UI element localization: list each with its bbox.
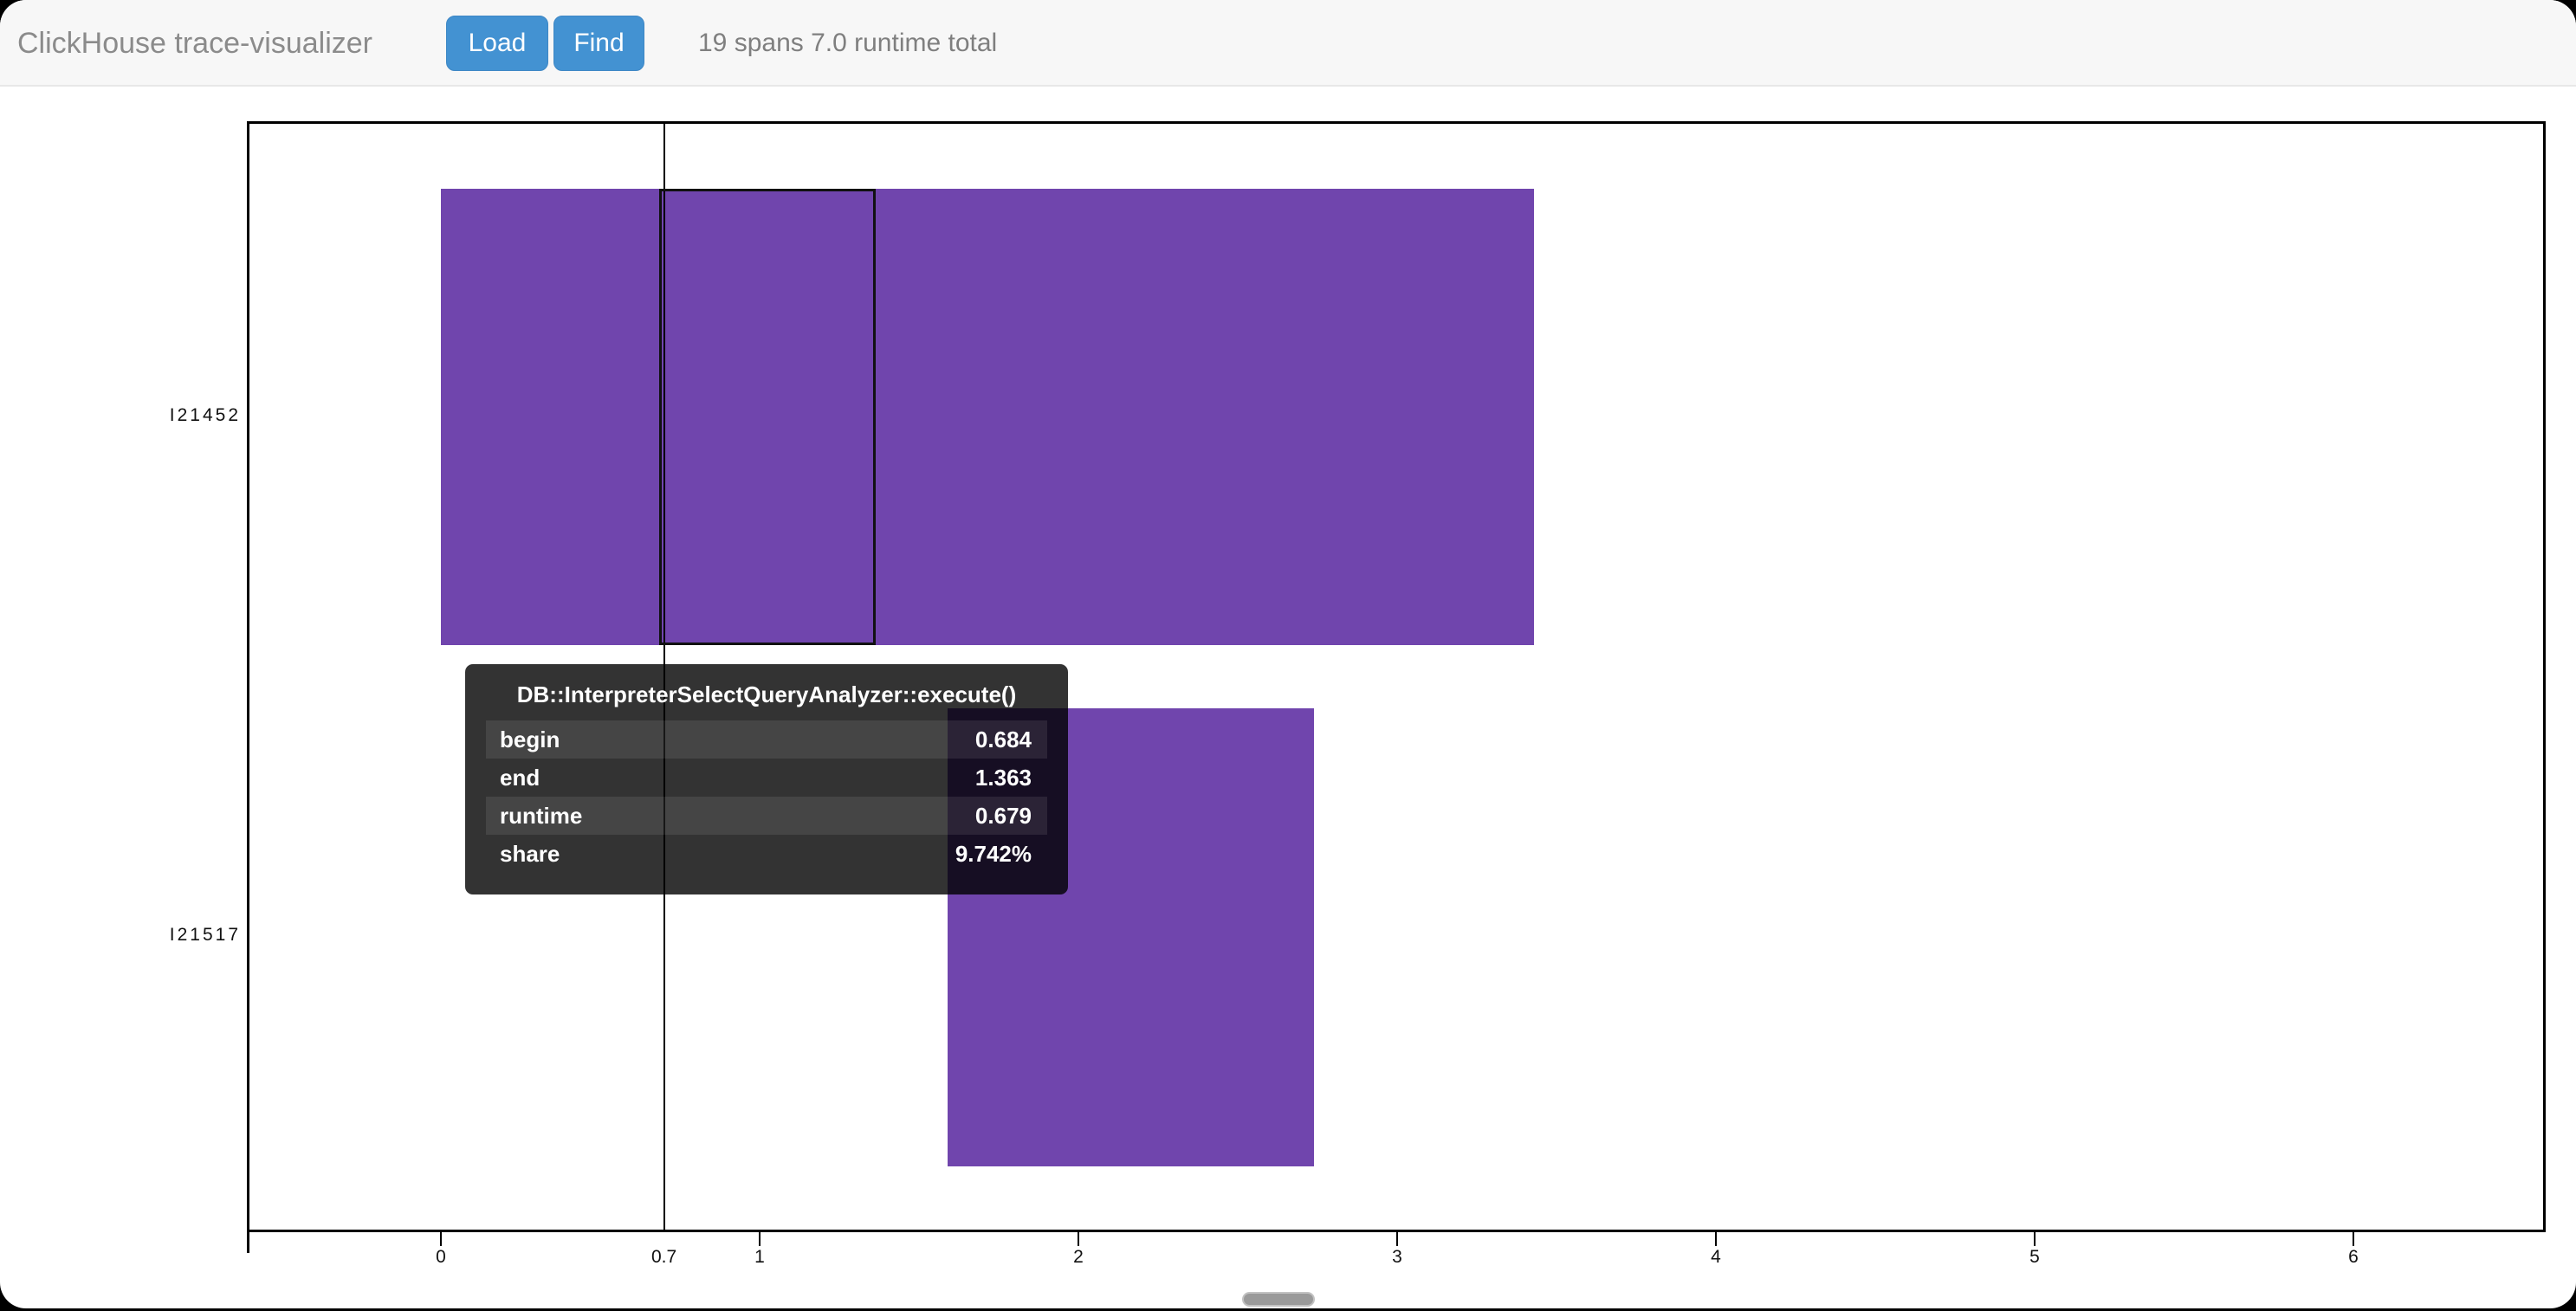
tooltip-row-share: share 9.742% [486,835,1047,873]
x-axis-tick [2034,1232,2036,1246]
x-axis-tick-label: 0 [406,1247,476,1268]
x-axis-tick [2353,1232,2354,1246]
load-button[interactable]: Load [446,16,548,71]
tooltip-span-name: DB::InterpreterSelectQueryAnalyzer::exec… [465,664,1068,720]
page-title: ClickHouse trace-visualizer [17,0,372,87]
find-button[interactable]: Find [553,16,644,71]
horizontal-scrollbar-thumb[interactable] [1242,1292,1315,1307]
tooltip-row-end: end 1.363 [486,759,1047,797]
x-axis-tick-label: 2 [1044,1247,1113,1268]
y-axis-line [247,1232,249,1253]
tooltip-label: share [486,835,955,873]
tooltip-value: 1.363 [975,759,1047,797]
tooltip-label: begin [486,720,975,759]
x-axis-tick [1715,1232,1717,1246]
x-axis-tick-label: 5 [2000,1247,2069,1268]
tooltip-label: end [486,759,975,797]
tooltip-label: runtime [486,797,975,835]
header: ClickHouse trace-visualizer Load Find 19… [0,0,2576,87]
gantt-chart: I21452 I21517 0 1 2 3 4 5 6 0.7 DB::Interpreter… [0,87,2576,1308]
tooltip-row-runtime: runtime 0.679 [486,797,1047,835]
x-axis-tick [440,1232,442,1246]
tooltip-value: 9.742% [955,835,1047,873]
tooltip: DB::InterpreterSelectQueryAnalyzer::exec… [465,664,1068,894]
x-axis-tick [1078,1232,1079,1246]
y-axis-label-thread-1: I21452 [50,405,241,426]
x-axis-marker-label: 0.7 [630,1247,699,1268]
x-axis-tick-label: 3 [1362,1247,1432,1268]
x-axis-tick-label: 4 [1681,1247,1751,1268]
tooltip-table: begin 0.684 end 1.363 runtime 0.679 shar… [486,720,1047,873]
x-axis-tick-label: 6 [2319,1247,2388,1268]
x-axis-tick-label: 1 [725,1247,794,1268]
x-axis-tick [1396,1232,1398,1246]
span-bar[interactable] [441,189,1534,645]
app-window: ClickHouse trace-visualizer Load Find 19… [0,0,2576,1308]
status-text: 19 spans 7.0 runtime total [698,0,997,87]
x-axis-tick [759,1232,761,1246]
tooltip-row-begin: begin 0.684 [486,720,1047,759]
y-axis-label-thread-2: I21517 [50,925,241,946]
tooltip-value: 0.679 [975,797,1047,835]
tooltip-value: 0.684 [975,720,1047,759]
